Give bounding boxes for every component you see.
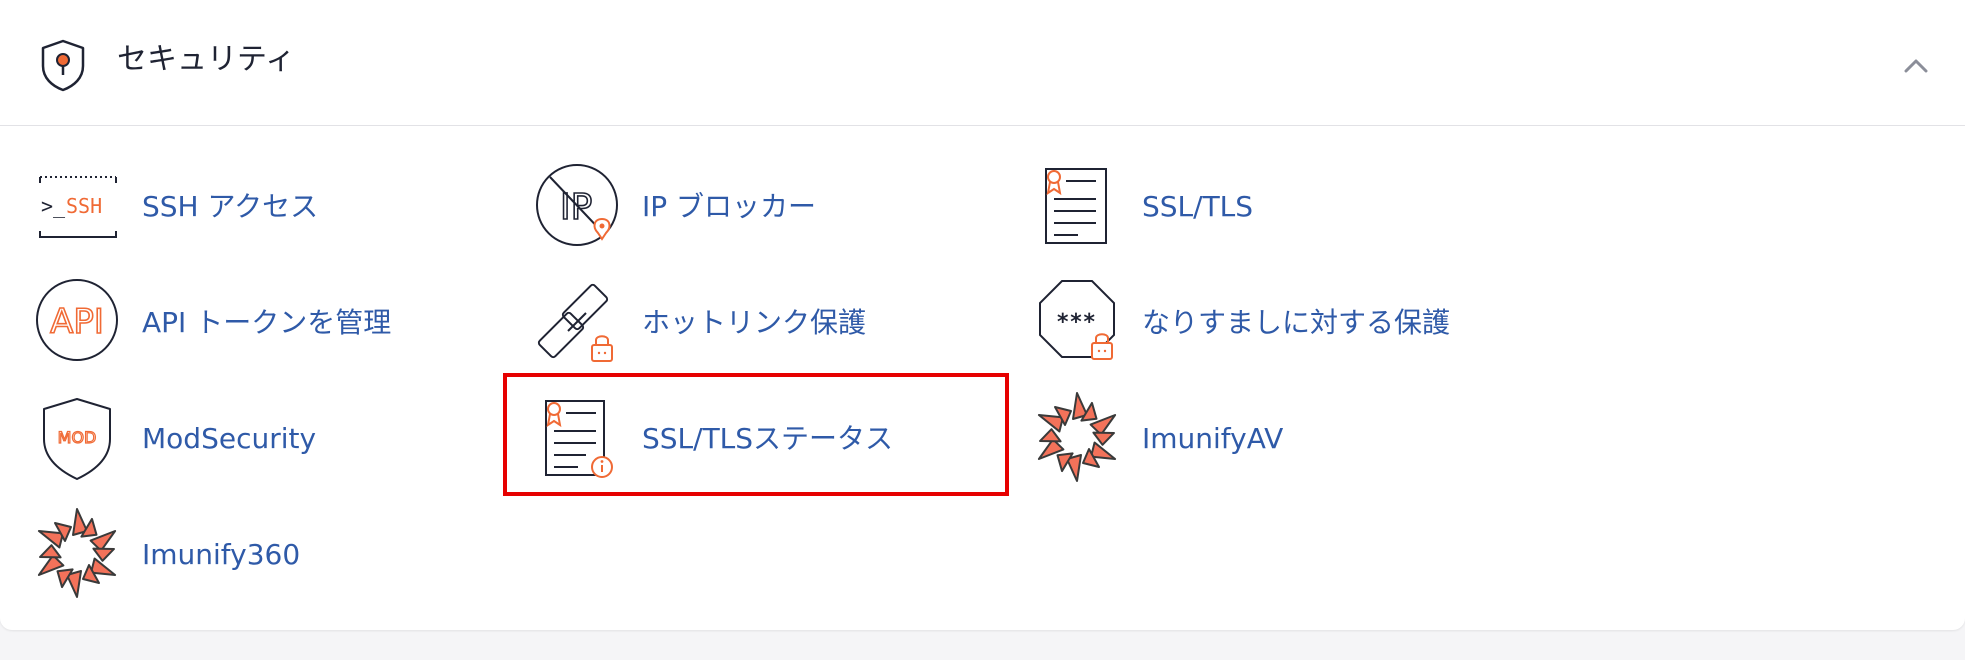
ssl-tls-status-item[interactable]: SSL/TLSステータス: [530, 389, 930, 489]
svg-text:IP: IP: [560, 187, 592, 228]
section-header[interactable]: セキュリティ: [0, 0, 1965, 126]
leech-protection-item[interactable]: *** なりすましに対する保護: [1030, 273, 1490, 373]
modsecurity-shield-icon: MOD: [43, 398, 111, 480]
leech-protection-icon: ***: [1039, 280, 1115, 360]
imunifyav-logo-icon: [1037, 392, 1117, 482]
ssh-access-item[interactable]: >_ SSH SSH アクセス: [30, 157, 390, 257]
hotlink-protection-item[interactable]: ホットリンク保護: [530, 273, 890, 373]
ssl-tls-label[interactable]: SSL/TLS: [1142, 187, 1253, 227]
ip-blocker-icon: IP: [536, 164, 618, 246]
hotlink-chain-icon: [537, 283, 613, 362]
svg-text:***: ***: [1056, 310, 1096, 335]
modsecurity-label[interactable]: ModSecurity: [142, 419, 316, 459]
imunify360-logo-icon: [37, 508, 117, 598]
ssl-tls-status-label[interactable]: SSL/TLSステータス: [642, 419, 893, 459]
svg-text:>_: >_: [41, 194, 66, 218]
imunify360-item[interactable]: Imunify360: [30, 505, 390, 605]
ssl-status-icon: [545, 400, 613, 478]
modsecurity-item[interactable]: MOD ModSecurity: [30, 389, 390, 489]
imunifyav-label[interactable]: ImunifyAV: [1142, 419, 1283, 459]
ssl-certificate-icon: [1045, 168, 1107, 244]
api-tokens-item[interactable]: API API トークンを管理: [30, 273, 450, 373]
security-shield-icon: [41, 39, 85, 92]
imunify360-label[interactable]: Imunify360: [142, 535, 300, 575]
leech-protection-label[interactable]: なりすましに対する保護: [1142, 303, 1450, 343]
api-token-icon: API: [36, 279, 118, 361]
ssh-access-label[interactable]: SSH アクセス: [142, 187, 318, 227]
svg-text:SSH: SSH: [66, 194, 102, 218]
api-tokens-label[interactable]: API トークンを管理: [142, 303, 391, 343]
ssh-terminal-icon: >_ SSH: [39, 176, 117, 238]
ssl-tls-item[interactable]: SSL/TLS: [1030, 157, 1390, 257]
svg-text:API: API: [50, 302, 104, 342]
ip-blocker-label[interactable]: IP ブロッカー: [642, 187, 816, 227]
section-title: セキュリティ: [117, 42, 296, 77]
ip-blocker-item[interactable]: IP IP ブロッカー: [530, 157, 890, 257]
chevron-up-icon[interactable]: [1898, 48, 1934, 84]
svg-text:MOD: MOD: [58, 428, 97, 447]
imunifyav-item[interactable]: ImunifyAV: [1030, 389, 1390, 489]
hotlink-protection-label[interactable]: ホットリンク保護: [642, 303, 866, 343]
security-panel: セキュリティ >_ SSH SSH アクセス IP IP ブロッカー SSL/T…: [0, 0, 1965, 630]
